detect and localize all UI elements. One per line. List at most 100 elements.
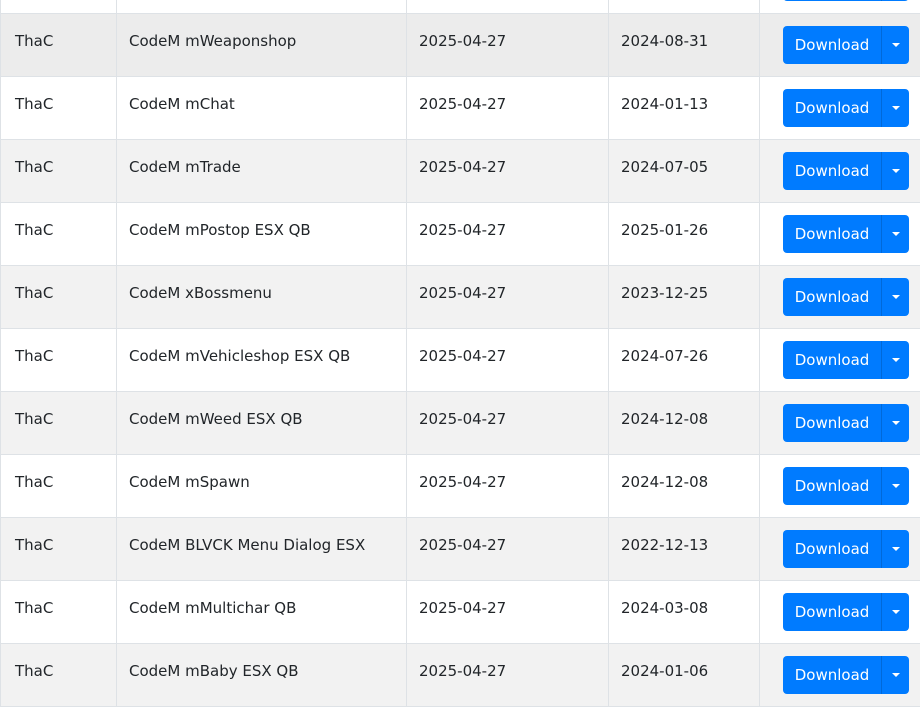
download-button[interactable]: Download — [783, 26, 881, 64]
download-dropdown-toggle[interactable] — [881, 341, 909, 379]
download-button[interactable]: Download — [783, 0, 881, 1]
author-text: ThaC — [15, 662, 53, 680]
download-button[interactable]: Download — [783, 593, 881, 631]
resource-name-text: CodeM mSpawn — [129, 473, 250, 491]
table-row: ThaC CodeM BLVCK Menu Dialog ESX 2025-04… — [1, 518, 920, 581]
download-button[interactable]: Download — [783, 278, 881, 316]
updated-date-cell: 2025-04-27 — [407, 329, 609, 392]
released-date-text: 2024-07-05 — [621, 158, 708, 176]
caret-down-icon — [892, 484, 900, 488]
author-text: ThaC — [15, 32, 53, 50]
author-cell: ThaC — [1, 455, 117, 518]
released-date-cell: 2025-01-26 — [609, 203, 760, 266]
download-button[interactable]: Download — [783, 341, 881, 379]
updated-date-cell: 2025-04-27 — [407, 455, 609, 518]
released-date-text: 2023-12-25 — [621, 284, 708, 302]
resource-name-text: CodeM mMultichar QB — [129, 599, 296, 617]
resource-name-text: CodeM mVehicleshop ESX QB — [129, 347, 350, 365]
released-date-cell: 2024-07-05 — [609, 140, 760, 203]
table-row: ThaC CodeM mWeaponshop 2025-04-27 2024-0… — [1, 14, 920, 77]
table-row: ThaC CodeM mPostop ESX QB 2025-04-27 202… — [1, 203, 920, 266]
updated-date-text: 2025-04-27 — [419, 599, 506, 617]
released-date-cell: 2024-12-08 — [609, 392, 760, 455]
download-button[interactable]: Download — [783, 89, 881, 127]
download-button[interactable]: Download — [783, 530, 881, 568]
download-button[interactable]: Download — [783, 152, 881, 190]
download-button-group: Download — [783, 341, 909, 379]
author-text: ThaC — [15, 284, 53, 302]
download-button-group: Download — [783, 26, 909, 64]
released-date-cell: 2024-08-31 — [609, 14, 760, 77]
download-dropdown-toggle[interactable] — [881, 89, 909, 127]
download-dropdown-toggle[interactable] — [881, 404, 909, 442]
caret-down-icon — [892, 547, 900, 551]
download-button[interactable]: Download — [783, 656, 881, 694]
updated-date-text: 2025-04-27 — [419, 347, 506, 365]
download-dropdown-toggle[interactable] — [881, 26, 909, 64]
updated-date-cell: 2025-04-27 — [407, 266, 609, 329]
resources-table-wrapper: Download ThaC CodeM mWeaponshop 2025-04-… — [0, 0, 920, 707]
table-row: ThaC CodeM mBaby ESX QB 2025-04-27 2024-… — [1, 644, 920, 707]
download-dropdown-toggle[interactable] — [881, 215, 909, 253]
table-row: ThaC CodeM mTrade 2025-04-27 2024-07-05 … — [1, 140, 920, 203]
updated-date-text: 2025-04-27 — [419, 662, 506, 680]
table-row: Download — [1, 0, 920, 14]
download-dropdown-toggle[interactable] — [881, 530, 909, 568]
download-dropdown-toggle[interactable] — [881, 467, 909, 505]
updated-date-cell: 2025-04-27 — [407, 581, 609, 644]
updated-date-cell: 2025-04-27 — [407, 518, 609, 581]
resource-name-text: CodeM mPostop ESX QB — [129, 221, 311, 239]
resource-name-cell: CodeM mWeed ESX QB — [117, 392, 407, 455]
resource-name-text: CodeM BLVCK Menu Dialog ESX — [129, 536, 365, 554]
author-cell: ThaC — [1, 392, 117, 455]
author-cell: ThaC — [1, 329, 117, 392]
released-date-text: 2024-07-26 — [621, 347, 708, 365]
released-date-cell — [609, 0, 760, 14]
download-button-group: Download — [783, 467, 909, 505]
download-dropdown-toggle[interactable] — [881, 152, 909, 190]
author-cell: ThaC — [1, 518, 117, 581]
table-row: ThaC CodeM mSpawn 2025-04-27 2024-12-08 … — [1, 455, 920, 518]
updated-date-cell: 2025-04-27 — [407, 77, 609, 140]
table-row: ThaC CodeM mVehicleshop ESX QB 2025-04-2… — [1, 329, 920, 392]
download-button[interactable]: Download — [783, 467, 881, 505]
download-button[interactable]: Download — [783, 215, 881, 253]
action-cell: Download — [760, 392, 920, 455]
action-cell: Download — [760, 266, 920, 329]
resource-name-cell: CodeM mVehicleshop ESX QB — [117, 329, 407, 392]
resource-name-cell: CodeM xBossmenu — [117, 266, 407, 329]
download-dropdown-toggle[interactable] — [881, 593, 909, 631]
caret-down-icon — [892, 295, 900, 299]
download-dropdown-toggle[interactable] — [881, 656, 909, 694]
resource-name-cell: CodeM mMultichar QB — [117, 581, 407, 644]
download-button-group: Download — [783, 0, 909, 1]
author-cell: ThaC — [1, 14, 117, 77]
released-date-cell: 2024-07-26 — [609, 329, 760, 392]
download-dropdown-toggle[interactable] — [881, 0, 909, 1]
resource-name-text: CodeM xBossmenu — [129, 284, 272, 302]
action-cell: Download — [760, 581, 920, 644]
resource-name-cell: CodeM mChat — [117, 77, 407, 140]
resource-name-text: CodeM mTrade — [129, 158, 241, 176]
download-dropdown-toggle[interactable] — [881, 278, 909, 316]
released-date-cell: 2024-01-06 — [609, 644, 760, 707]
updated-date-text: 2025-04-27 — [419, 410, 506, 428]
resource-name-text: CodeM mWeaponshop — [129, 32, 296, 50]
updated-date-text: 2025-04-27 — [419, 536, 506, 554]
caret-down-icon — [892, 43, 900, 47]
action-cell: Download — [760, 140, 920, 203]
resource-name-text: CodeM mWeed ESX QB — [129, 410, 303, 428]
released-date-text: 2024-12-08 — [621, 473, 708, 491]
table-row: ThaC CodeM mChat 2025-04-27 2024-01-13 D… — [1, 77, 920, 140]
released-date-cell: 2024-01-13 — [609, 77, 760, 140]
download-button-group: Download — [783, 593, 909, 631]
updated-date-text: 2025-04-27 — [419, 158, 506, 176]
caret-down-icon — [892, 358, 900, 362]
author-text: ThaC — [15, 95, 53, 113]
author-cell: ThaC — [1, 644, 117, 707]
action-cell: Download — [760, 203, 920, 266]
author-cell: ThaC — [1, 140, 117, 203]
released-date-text: 2024-03-08 — [621, 599, 708, 617]
download-button[interactable]: Download — [783, 404, 881, 442]
download-button-group: Download — [783, 278, 909, 316]
